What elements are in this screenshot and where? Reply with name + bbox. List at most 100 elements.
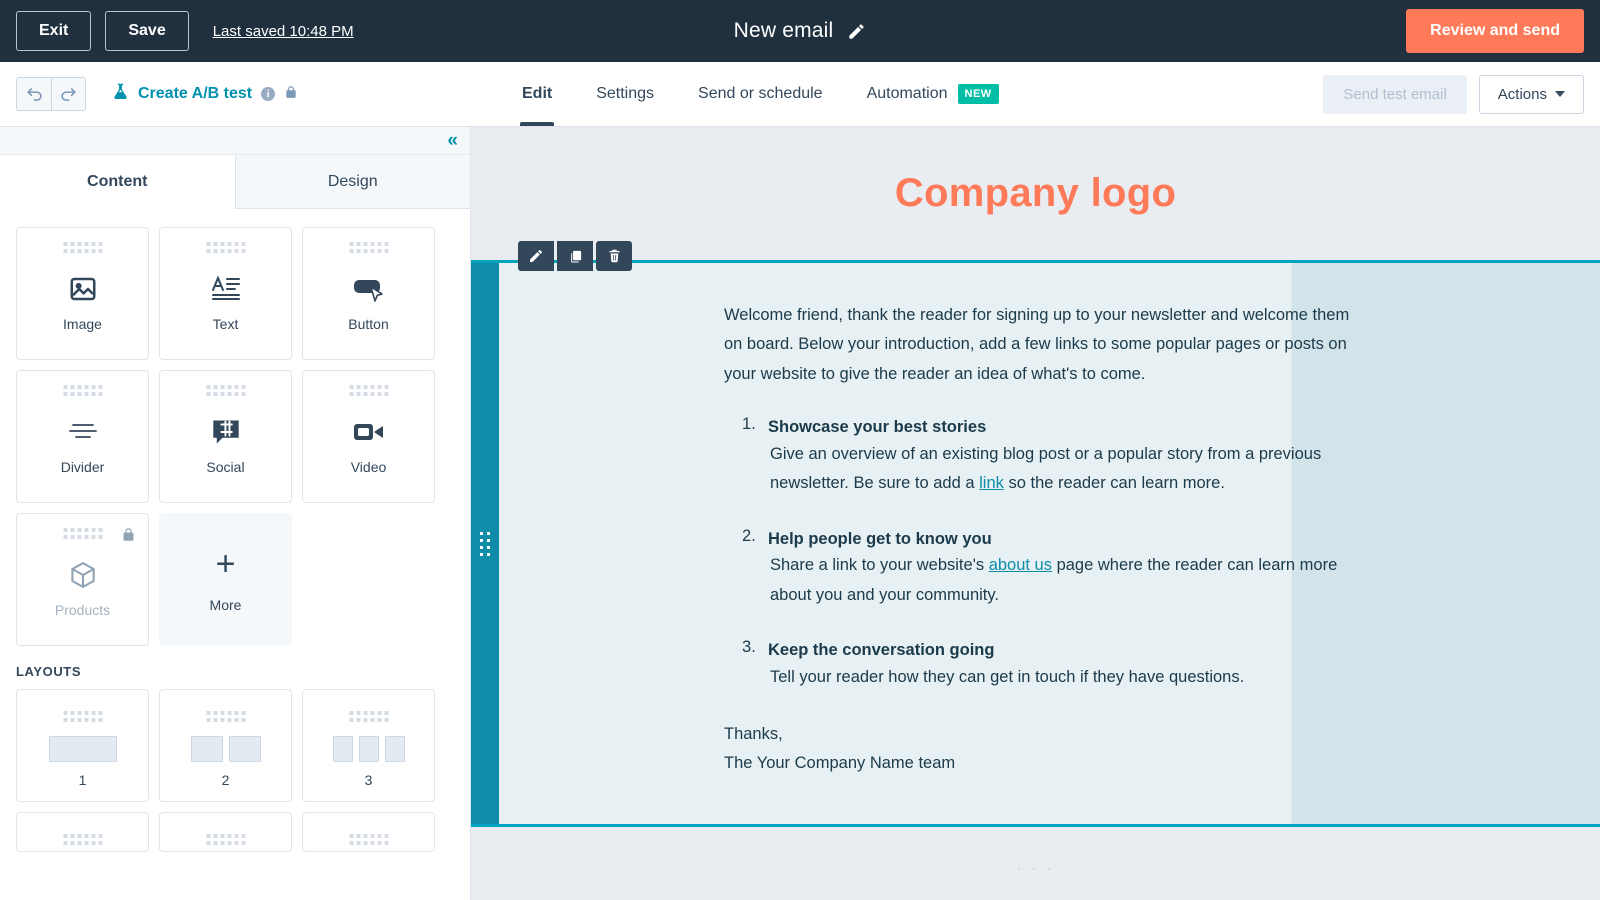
- tab-edit[interactable]: Edit: [500, 62, 574, 126]
- list-item-body-before: Share a link to your website's: [770, 556, 989, 575]
- sidebar-tab-design-label: Design: [327, 172, 378, 190]
- tab-automation[interactable]: Automation NEW: [845, 62, 1021, 126]
- create-ab-test-button[interactable]: Create A/B test i: [112, 82, 298, 106]
- drag-grip-icon: [206, 711, 245, 722]
- module-card-divider[interactable]: Divider: [16, 370, 149, 503]
- layout-card-1[interactable]: 1: [16, 689, 149, 802]
- module-label-social: Social: [206, 459, 245, 475]
- plus-icon: +: [215, 544, 236, 583]
- module-card-more[interactable]: + More: [159, 513, 292, 646]
- chevron-double-left-icon[interactable]: «: [447, 131, 458, 150]
- tab-settings[interactable]: Settings: [574, 62, 676, 126]
- editor-main: « Content Design Image Text Button Divid…: [0, 127, 1600, 900]
- drag-grip-icon: [63, 528, 102, 539]
- image-icon: [68, 268, 98, 310]
- module-card-social[interactable]: Social: [159, 370, 292, 503]
- drag-grip-icon: [349, 711, 388, 722]
- top-bar-right-group: Review and send: [1406, 9, 1600, 53]
- list-item-body: Share a link to your website's about us …: [768, 551, 1364, 610]
- tab-send-or-schedule-label: Send or schedule: [698, 85, 823, 102]
- module-card-button[interactable]: Button: [302, 227, 435, 360]
- save-button[interactable]: Save: [105, 11, 189, 51]
- drag-grip-icon: [63, 242, 102, 253]
- module-label-products: Products: [54, 602, 111, 618]
- list-item-body: Tell your reader how they can get in tou…: [770, 667, 1245, 686]
- duplicate-module-button[interactable]: [557, 241, 593, 271]
- top-bar: Exit Save Last saved 10:48 PM New email …: [0, 0, 1600, 62]
- tab-edit-label: Edit: [522, 85, 553, 102]
- lock-icon: [284, 84, 298, 105]
- sidebar: « Content Design Image Text Button Divid…: [0, 127, 471, 900]
- social-icon: [211, 411, 241, 453]
- layout-card-2[interactable]: 2: [159, 689, 292, 802]
- intro-paragraph: Welcome friend, thank the reader for sig…: [724, 306, 1350, 383]
- undo-icon[interactable]: [17, 78, 51, 110]
- page-title: New email: [733, 19, 834, 42]
- module-toolbar: [518, 241, 632, 271]
- list-item: Keep the conversation going Tell your re…: [742, 638, 1364, 692]
- pencil-icon[interactable]: [847, 22, 866, 41]
- drag-grip-icon: [63, 711, 102, 722]
- drag-grip-icon: [349, 385, 388, 396]
- status-badge: NEW: [957, 84, 999, 104]
- company-logo-text: Company logo: [894, 171, 1177, 215]
- module-card-products: Products: [16, 513, 149, 646]
- editor-tab-list: Edit Settings Send or schedule Automatio…: [500, 62, 1021, 126]
- list-item: Showcase your best stories Give an overv…: [742, 415, 1364, 499]
- tab-send-or-schedule[interactable]: Send or schedule: [676, 62, 845, 126]
- email-numbered-list: Showcase your best stories Give an overv…: [724, 415, 1364, 692]
- inline-link[interactable]: link: [979, 474, 1004, 492]
- add-module-dots-icon[interactable]: · · ·: [471, 860, 1600, 877]
- layout-preview-2: [190, 736, 261, 762]
- sidebar-tab-list: Content Design: [0, 155, 470, 209]
- sidebar-tab-design[interactable]: Design: [234, 155, 470, 209]
- module-content[interactable]: Welcome friend, thank the reader for sig…: [499, 263, 1600, 824]
- redo-icon[interactable]: [51, 78, 85, 110]
- editor-toolbar: Create A/B test i Edit Settings Send or …: [0, 62, 1600, 127]
- text-icon: [210, 268, 242, 310]
- button-icon: [352, 268, 386, 310]
- layout-card-5[interactable]: [159, 812, 292, 852]
- drag-grip-icon: [480, 531, 490, 556]
- tab-settings-label: Settings: [596, 85, 655, 102]
- email-logo-band[interactable]: Company logo: [471, 127, 1600, 260]
- review-and-send-button[interactable]: Review and send: [1406, 9, 1584, 53]
- exit-button[interactable]: Exit: [16, 11, 92, 51]
- module-card-text[interactable]: Text: [159, 227, 292, 360]
- layout-grid: 1 2 3: [16, 689, 454, 852]
- module-drag-handle[interactable]: [471, 263, 499, 824]
- list-item: Help people get to know you Share a link…: [742, 527, 1364, 610]
- sidebar-tab-content-label: Content: [87, 172, 148, 190]
- edit-module-button[interactable]: [518, 241, 554, 271]
- email-canvas[interactable]: Company logo Welcome friend, thank the r…: [471, 127, 1600, 900]
- selected-module-row[interactable]: Welcome friend, thank the reader for sig…: [471, 241, 1600, 827]
- layout-label-2: 2: [221, 772, 230, 788]
- layout-card-4[interactable]: [16, 812, 149, 852]
- drag-grip-icon: [206, 242, 245, 253]
- layout-preview-3: [332, 736, 405, 762]
- last-saved-label[interactable]: Last saved 10:48 PM: [213, 23, 354, 40]
- email-rich-text[interactable]: Welcome friend, thank the reader for sig…: [724, 301, 1364, 778]
- create-ab-test-label: Create A/B test: [138, 85, 253, 102]
- module-card-video[interactable]: Video: [302, 370, 435, 503]
- layouts-heading: LAYOUTS: [16, 664, 82, 679]
- module-label-image: Image: [63, 316, 102, 332]
- email-preview: Company logo Welcome friend, thank the r…: [471, 127, 1600, 877]
- info-icon[interactable]: i: [261, 87, 276, 101]
- actions-label: Actions: [1497, 85, 1547, 103]
- list-item-body: Give an overview of an existing blog pos…: [768, 440, 1364, 499]
- drag-grip-icon: [206, 385, 245, 396]
- inline-link[interactable]: about us: [989, 556, 1052, 574]
- module-card-image[interactable]: Image: [16, 227, 149, 360]
- module-label-text: Text: [212, 316, 239, 332]
- toolbar-left-group: Create A/B test i: [0, 77, 298, 111]
- layout-card-6[interactable]: [302, 812, 435, 852]
- send-test-email-button[interactable]: Send test email: [1323, 74, 1467, 114]
- toolbar-right-group: Send test email Actions: [1323, 74, 1600, 114]
- module-label-video: Video: [350, 459, 387, 475]
- actions-button[interactable]: Actions: [1478, 74, 1584, 114]
- module-label-button: Button: [348, 316, 389, 332]
- layout-card-3[interactable]: 3: [302, 689, 435, 802]
- delete-module-button[interactable]: [596, 241, 632, 271]
- sidebar-tab-content[interactable]: Content: [0, 155, 235, 209]
